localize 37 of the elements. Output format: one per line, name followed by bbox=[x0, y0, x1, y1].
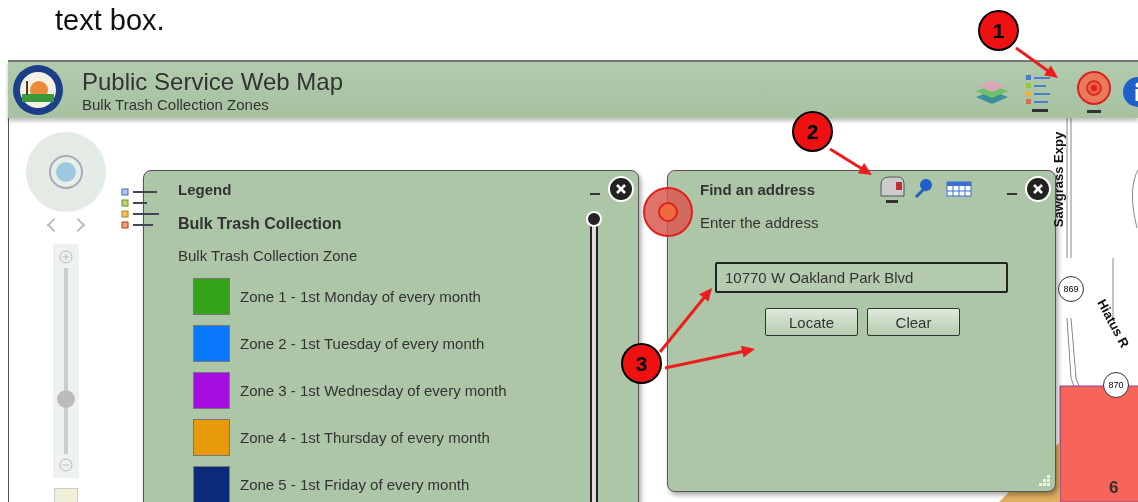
table-icon[interactable] bbox=[946, 179, 972, 199]
callout-number: 1 bbox=[978, 10, 1019, 51]
mailbox-icon[interactable] bbox=[878, 174, 906, 204]
highway-shield: 869 bbox=[1058, 276, 1084, 302]
callout-arrow bbox=[829, 147, 872, 175]
zoom-in-icon[interactable] bbox=[59, 250, 73, 264]
close-icon[interactable] bbox=[1025, 176, 1051, 202]
legend-label: Zone 2 - 1st Tuesday of every month bbox=[240, 335, 485, 352]
clear-button[interactable]: Clear bbox=[867, 308, 960, 336]
legend-label: Zone 1 - 1st Monday of every month bbox=[240, 288, 481, 305]
panel-title: Legend bbox=[178, 180, 233, 198]
zoom-out-icon[interactable] bbox=[59, 458, 73, 472]
legend-label: Zone 4 - 1st Thursday of every month bbox=[240, 429, 490, 446]
layers-icon[interactable] bbox=[974, 79, 1010, 107]
zoom-slider-thumb[interactable] bbox=[57, 389, 75, 408]
legend-group-label: Bulk Trash Collection Zone bbox=[178, 246, 359, 266]
prompt-text: Enter the address bbox=[700, 213, 820, 233]
callout-arrow bbox=[1015, 46, 1058, 78]
target-icon[interactable] bbox=[1076, 71, 1112, 115]
road-label: Sawgrass Expy bbox=[1051, 131, 1067, 228]
home-button[interactable] bbox=[54, 488, 78, 502]
close-icon[interactable] bbox=[608, 176, 634, 202]
legend-label: Zone 3 - 1st Wednesday of every month bbox=[240, 382, 507, 399]
highway-shield: 870 bbox=[1103, 372, 1129, 398]
legend-label: Zone 5 - 1st Friday of every month bbox=[240, 476, 470, 493]
layer-title: Bulk Trash Collection bbox=[178, 214, 343, 234]
app-title: Public Service Web Map bbox=[82, 67, 344, 96]
city-seal-icon bbox=[12, 64, 64, 116]
location-marker-icon bbox=[642, 186, 694, 238]
document-text: text box. bbox=[55, 3, 165, 38]
zone-number: 6 bbox=[1109, 478, 1119, 498]
panel-title: Find an address bbox=[700, 180, 817, 198]
address-input[interactable]: 10770 W Oakland Park Blvd bbox=[715, 262, 1008, 293]
resize-grip-icon[interactable] bbox=[1039, 475, 1051, 487]
globe-icon bbox=[49, 155, 83, 189]
app-subtitle: Bulk Trash Collection Zones bbox=[82, 95, 270, 113]
locate-button[interactable]: Locate bbox=[765, 308, 858, 336]
